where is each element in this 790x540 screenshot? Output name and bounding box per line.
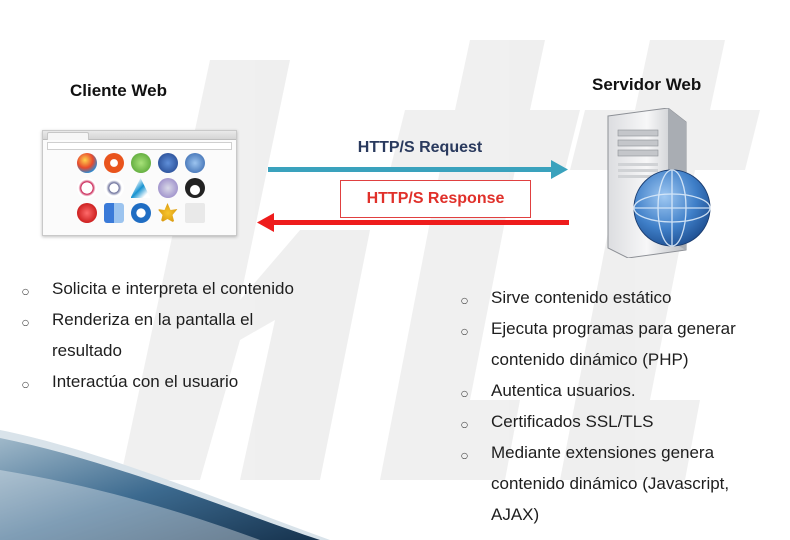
browser-tab: [47, 132, 89, 140]
server-title: Servidor Web: [592, 75, 702, 94]
os-logo-grid: [73, 153, 208, 223]
tux-logo-icon: [184, 178, 205, 198]
request-arrow: [268, 160, 568, 179]
solaris-logo-icon: [157, 178, 178, 198]
ubuntu-logo-icon: [103, 153, 124, 173]
request-label: HTTP/S Request: [357, 139, 483, 156]
server-feature-item: Certificados SSL/TLS: [461, 406, 781, 440]
client-feature-item: Interactúa con el usuario: [22, 366, 322, 400]
windows-logo-icon: [76, 153, 97, 173]
client-feature-item: Renderiza en la pantalla el resultado: [22, 304, 322, 366]
server-feature-list: Sirve contenido estático Ejecuta program…: [461, 282, 781, 530]
ie-logo-icon: [130, 203, 151, 223]
browser-tab-bar: [43, 131, 236, 140]
browser-screenshot: [42, 130, 237, 236]
client-title: Cliente Web: [70, 81, 167, 100]
browser-address-bar: [47, 142, 232, 150]
opensuse-logo-icon: [130, 153, 151, 173]
server-feature-item: Mediante extensiones genera contenido di…: [461, 437, 781, 530]
server-feature-item: Sirve contenido estático: [461, 282, 781, 316]
freebsd-logo-icon: [76, 203, 97, 223]
macos-logo-icon: [103, 203, 124, 223]
web-server-icon: [607, 108, 711, 258]
github-logo-icon: [184, 203, 205, 223]
mandriva-logo-icon: [184, 153, 205, 173]
server-feature-item: Ejecuta programas para generar contenido…: [461, 313, 781, 375]
gentoo-logo-icon: [103, 178, 124, 198]
arch-logo-icon: [130, 178, 151, 198]
maple-logo-icon: [157, 203, 178, 223]
client-feature-item: Solicita e interpreta el contenido: [22, 273, 322, 307]
server-feature-item: Autentica usuarios.: [461, 375, 781, 409]
fedora-logo-icon: [157, 153, 178, 173]
client-feature-list: Solicita e interpreta el contenido Rende…: [22, 273, 322, 400]
debian-logo-icon: [76, 178, 97, 198]
decorative-swoosh: [0, 430, 330, 540]
response-label: HTTP/S Response: [340, 180, 531, 218]
